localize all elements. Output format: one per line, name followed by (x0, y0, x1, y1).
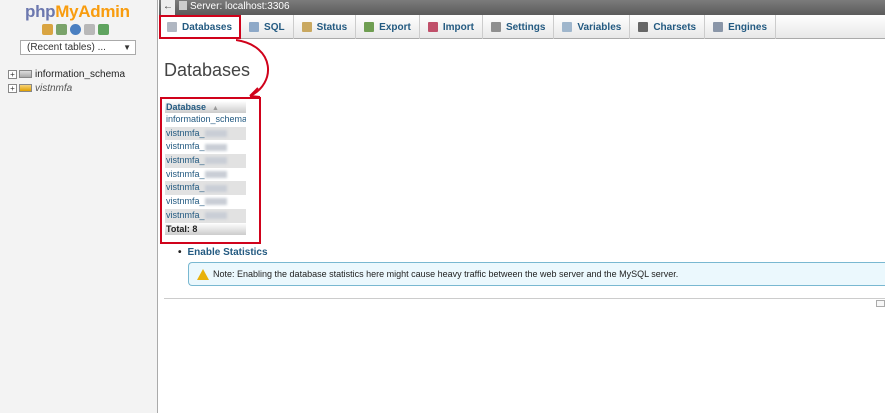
breadcrumb-server[interactable]: Server: localhost:3306 (179, 1, 290, 12)
sql-icon (249, 22, 260, 32)
console-toggle-icon[interactable] (876, 300, 885, 307)
tab-label: Import (442, 21, 474, 33)
table-row[interactable]: vistnmfa_ (165, 208, 246, 223)
tree-item-vistnmfa[interactable]: + vistnmfa (8, 81, 125, 95)
engines-icon (713, 22, 724, 32)
tab-status[interactable]: Status (294, 15, 357, 39)
tab-label: Engines (728, 21, 768, 33)
table-row[interactable]: vistnmfa_ (165, 181, 246, 196)
expand-icon[interactable]: + (8, 83, 17, 93)
table-total: Total: 8 (165, 222, 246, 235)
databases-table: Database ▲ information_schema vistnmfa_ v… (165, 101, 246, 235)
wrench-icon (490, 22, 501, 32)
table-row[interactable]: vistnmfa_ (165, 195, 246, 209)
charsets-icon (638, 22, 649, 32)
database-name[interactable]: vistnmfa_ (166, 182, 205, 192)
home-icon[interactable] (42, 24, 53, 35)
database-name[interactable]: vistnmfa_ (166, 210, 205, 220)
databases-table-highlight: Database ▲ information_schema vistnmfa_ v… (160, 97, 261, 244)
tab-charsets[interactable]: Charsets (630, 15, 706, 39)
quick-links (42, 24, 109, 35)
logo-myadmin: MyAdmin (55, 2, 130, 21)
collapse-panel-arrow-icon[interactable]: ← (161, 0, 175, 15)
chevron-down-icon: ▼ (123, 43, 131, 52)
table-row[interactable]: vistnmfa_ (165, 126, 246, 141)
notice-text: Note: Enabling the database statistics h… (213, 269, 679, 279)
database-name[interactable]: vistnmfa_ (166, 169, 205, 179)
status-icon (301, 22, 312, 32)
import-icon (427, 22, 438, 32)
logout-icon[interactable] (56, 24, 67, 35)
column-header-database[interactable]: Database ▲ (165, 101, 246, 113)
server-label-text: Server: localhost:3306 (190, 1, 290, 12)
database-tree: + information_schema + vistnmfa (8, 67, 125, 95)
tree-item-label[interactable]: information_schema (35, 69, 125, 80)
divider (164, 298, 885, 299)
database-name[interactable]: vistnmfa_ (166, 196, 205, 206)
tab-import[interactable]: Import (420, 15, 483, 39)
tab-variables[interactable]: Variables (554, 15, 631, 39)
bullet-icon: • (178, 247, 182, 258)
table-row[interactable]: vistnmfa_ (165, 154, 246, 168)
enable-statistics-link[interactable]: Enable Statistics (188, 247, 268, 258)
table-body: information_schema vistnmfa_ vistnmfa_ v… (165, 113, 246, 223)
page-title: Databases (164, 60, 251, 80)
sort-ascending-icon: ▲ (212, 105, 219, 112)
database-name[interactable]: vistnmfa_ (166, 128, 205, 138)
tab-label: SQL (264, 21, 285, 33)
database-name[interactable]: information_schema (166, 114, 246, 124)
variables-icon (562, 22, 573, 32)
table-row[interactable]: vistnmfa_ (165, 167, 246, 182)
recent-tables-value: (Recent tables) ... (27, 42, 106, 53)
navigation-panel: phpMyAdmin (Recent tables) ... ▼ + infor… (0, 0, 158, 413)
reload-icon[interactable] (98, 24, 109, 35)
tab-label: Variables (577, 21, 622, 33)
docs-icon[interactable] (84, 24, 95, 35)
table-row[interactable]: information_schema (165, 113, 246, 127)
tab-databases[interactable]: Databases (159, 15, 242, 39)
tree-item-label[interactable]: vistnmfa (35, 83, 72, 94)
tab-label: Status (316, 21, 348, 33)
tab-label: Settings (505, 21, 546, 33)
database-icon (19, 84, 32, 92)
expand-icon[interactable]: + (8, 69, 17, 79)
help-icon[interactable] (70, 24, 81, 35)
tab-settings[interactable]: Settings (483, 15, 555, 39)
database-icon (167, 22, 177, 32)
phpmyadmin-logo[interactable]: phpMyAdmin (25, 2, 130, 22)
logo-php: php (25, 2, 56, 21)
column-header-label: Database (166, 102, 207, 112)
server-icon (179, 1, 187, 10)
warning-icon (197, 269, 209, 280)
tab-label: Export (379, 21, 411, 33)
database-name[interactable]: vistnmfa_ (166, 141, 205, 151)
tab-export[interactable]: Export (356, 15, 420, 39)
database-name[interactable]: vistnmfa_ (166, 155, 205, 165)
export-icon (364, 22, 375, 32)
table-row[interactable]: vistnmfa_ (165, 140, 246, 155)
tab-engines[interactable]: Engines (705, 15, 777, 39)
tree-item-information-schema[interactable]: + information_schema (8, 67, 125, 81)
tab-label: Charsets (653, 21, 697, 33)
database-icon (19, 70, 32, 78)
tab-label: Databases (182, 21, 233, 33)
recent-tables-select[interactable]: (Recent tables) ... ▼ (20, 40, 136, 55)
statistics-notice: Note: Enabling the database statistics h… (188, 262, 885, 286)
server-breadcrumb-bar: ← Server: localhost:3306 (159, 0, 885, 15)
enable-statistics-item: • Enable Statistics (178, 247, 268, 258)
